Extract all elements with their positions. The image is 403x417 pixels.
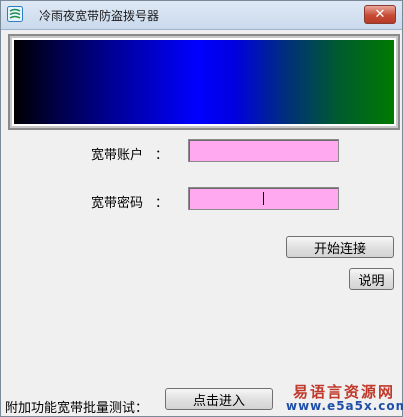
account-colon: ： [155, 148, 169, 163]
password-colon: ： [155, 196, 169, 211]
title-bar[interactable]: 冷雨夜宽带防盗拨号器 ✕ [1, 1, 402, 30]
close-icon: ✕ [374, 7, 386, 22]
text-caret [263, 192, 264, 205]
enter-button[interactable]: 点击进入 [165, 388, 273, 410]
window-title: 冷雨夜宽带防盗拨号器 [39, 9, 160, 23]
banner-panel [8, 34, 400, 130]
password-label: 宽带密码 [91, 196, 144, 211]
close-button[interactable]: ✕ [364, 5, 396, 24]
color-gradient-banner [14, 40, 394, 124]
brand-url: www.e5a5x.com [286, 399, 403, 413]
dialer-window: 冷雨夜宽带防盗拨号器 ✕ 宽带账户 ： 宽带密码 ： 开始连接 说明 附加功能宽… [0, 0, 403, 417]
app-logo-icon [7, 6, 23, 22]
account-input[interactable] [188, 139, 339, 162]
brand-watermark: 易语言资源网 www.e5a5x.com [286, 381, 403, 415]
account-label: 宽带账户 [91, 148, 144, 163]
help-button[interactable]: 说明 [349, 268, 394, 290]
batch-test-label: 附加功能宽带批量测试： [5, 401, 149, 416]
connect-button[interactable]: 开始连接 [286, 236, 394, 258]
